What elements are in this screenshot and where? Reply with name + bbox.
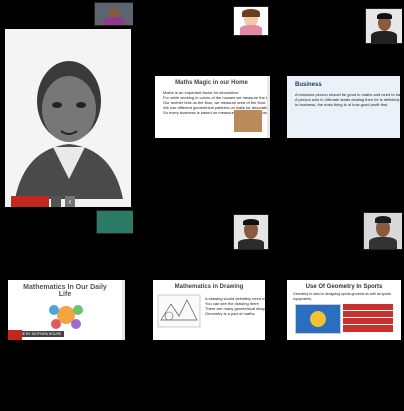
participant-thumbnail [363,212,402,250]
slide-title: Use Of Geometry In Sports [305,284,383,290]
annotation-toolbar [11,196,49,207]
shared-slide: Maths Magic in our Home Maths is an impo… [155,76,268,138]
video-tile-1[interactable]: ‹ [2,2,133,207]
slide-title: Maths Magic in our Home [175,80,248,86]
slide-drawing-image [157,294,201,328]
shared-slide: Mathematics in Drawing A drawing would d… [153,280,265,340]
participant-thumbnail [365,8,402,44]
video-tile-6[interactable]: Use Of Geometry In Sports Geometry is us… [273,210,402,409]
annotation-toolbar [8,330,22,340]
video-tile-5[interactable]: Mathematics in Drawing A drawing would d… [137,210,270,409]
toolbar-button[interactable] [51,196,61,207]
portrait-image [5,29,131,199]
shared-slide: Business A business person should be goo… [287,76,400,138]
participant-thumbnail [233,214,269,250]
video-tile-2[interactable]: Maths Magic in our Home Maths is an impo… [137,2,270,207]
sports-image-track [343,304,393,332]
next-slide-icon[interactable]: ‹ [65,196,75,207]
participant-thumbnail [96,210,133,234]
sports-image-field [295,304,341,334]
slide-title: Business [295,82,322,88]
slide-bullets: A business person should be good in math… [295,92,400,107]
participant-thumbnail [94,2,133,26]
slide-illustration [49,305,83,329]
slide-caption: Geometry is used in designing sports gro… [293,292,392,301]
shared-screen-portrait: ‹ [5,29,131,207]
video-tile-3[interactable]: Business A business person should be goo… [273,2,402,207]
shared-slide: Use Of Geometry In Sports Geometry is us… [287,280,401,340]
video-tile-4[interactable]: Mathematics In Our Daily Life MADE BY SA… [2,210,133,409]
shared-slide: Mathematics In Our Daily Life MADE BY SA… [8,280,122,340]
slide-title: Mathematics In Our Daily Life [23,284,107,298]
slide-image [234,110,262,132]
slide-side-strip [122,280,125,340]
slide-title: Mathematics in Drawing [174,284,244,290]
slide-side-strip [267,76,270,138]
slide-bullets: Maths is an important factor for decorat… [163,90,268,115]
participant-thumbnail [233,6,269,36]
slide-bullets: A drawing would definitely need math You… [205,296,265,316]
